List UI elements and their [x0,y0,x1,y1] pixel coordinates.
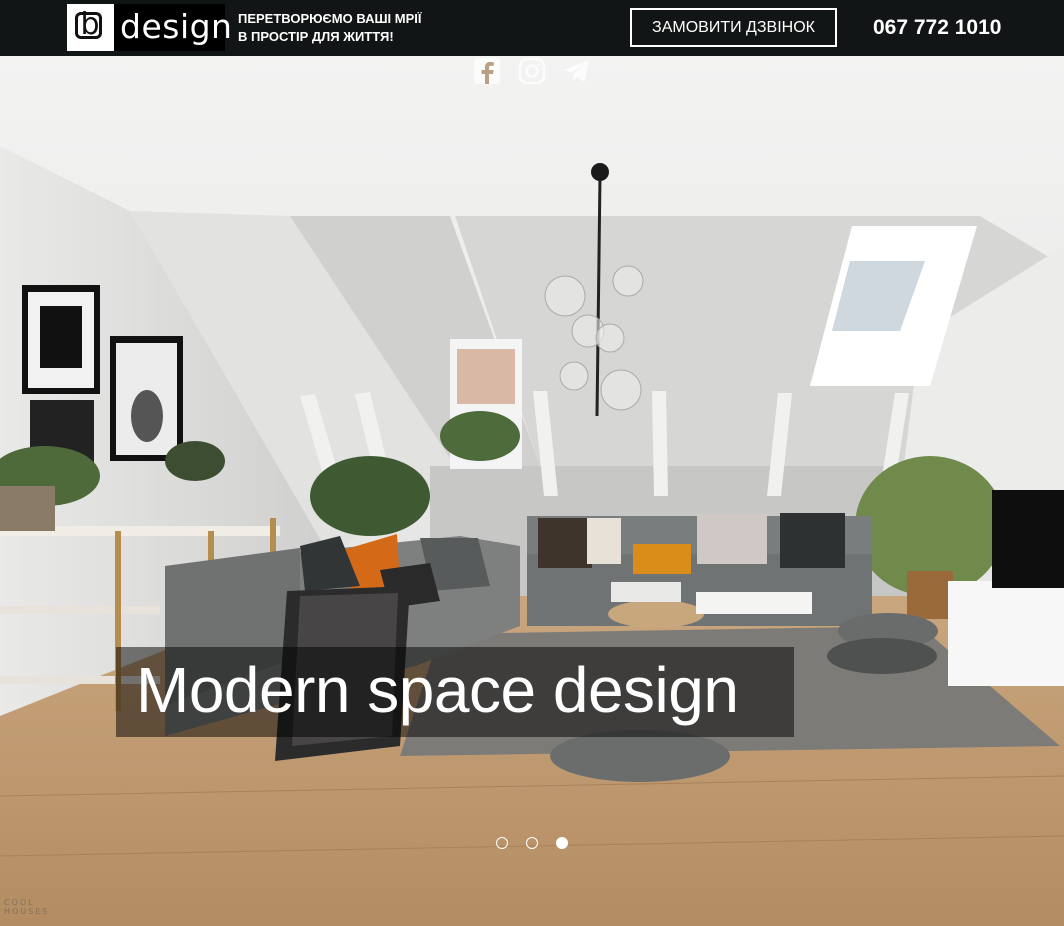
instagram-icon[interactable] [517,56,547,86]
slider-dot-3[interactable] [556,837,568,849]
slider-pagination [496,837,576,851]
order-callback-button[interactable]: ЗАМОВИТИ ДЗВІНОК [630,8,837,47]
slogan-line-2: В ПРОСТІР ДЛЯ ЖИТТЯ! [238,29,394,44]
telegram-icon[interactable] [562,56,592,86]
logo-mark-icon: b [67,4,114,51]
site-header: b design ПЕРЕТВОРЮЄМО ВАШІ МРІЇ В ПРОСТІ… [0,0,1064,56]
watermark-line-2: HOUSES [4,907,50,916]
slider-dot-1[interactable] [496,837,508,849]
logo-wordmark: design [120,7,233,46]
logo[interactable]: b design [67,4,232,51]
photo-watermark: COOL HOUSES [4,898,49,916]
watermark-line-1: COOL [4,898,35,907]
slogan-line-1: ПЕРЕТВОРЮЄМО ВАШІ МРІЇ [238,11,422,26]
hero-background-image [0,56,1064,926]
facebook-icon[interactable] [472,56,502,86]
slider-dot-2[interactable] [526,837,538,849]
hero-caption: Modern space design [136,654,739,726]
slogan: ПЕРЕТВОРЮЄМО ВАШІ МРІЇ В ПРОСТІР ДЛЯ ЖИТ… [238,10,421,46]
logo-letter: b [80,7,100,42]
phone-number-link[interactable]: 067 772 1010 [873,14,1001,42]
hero-slider: Modern space design COOL HOUSES [0,56,1064,926]
